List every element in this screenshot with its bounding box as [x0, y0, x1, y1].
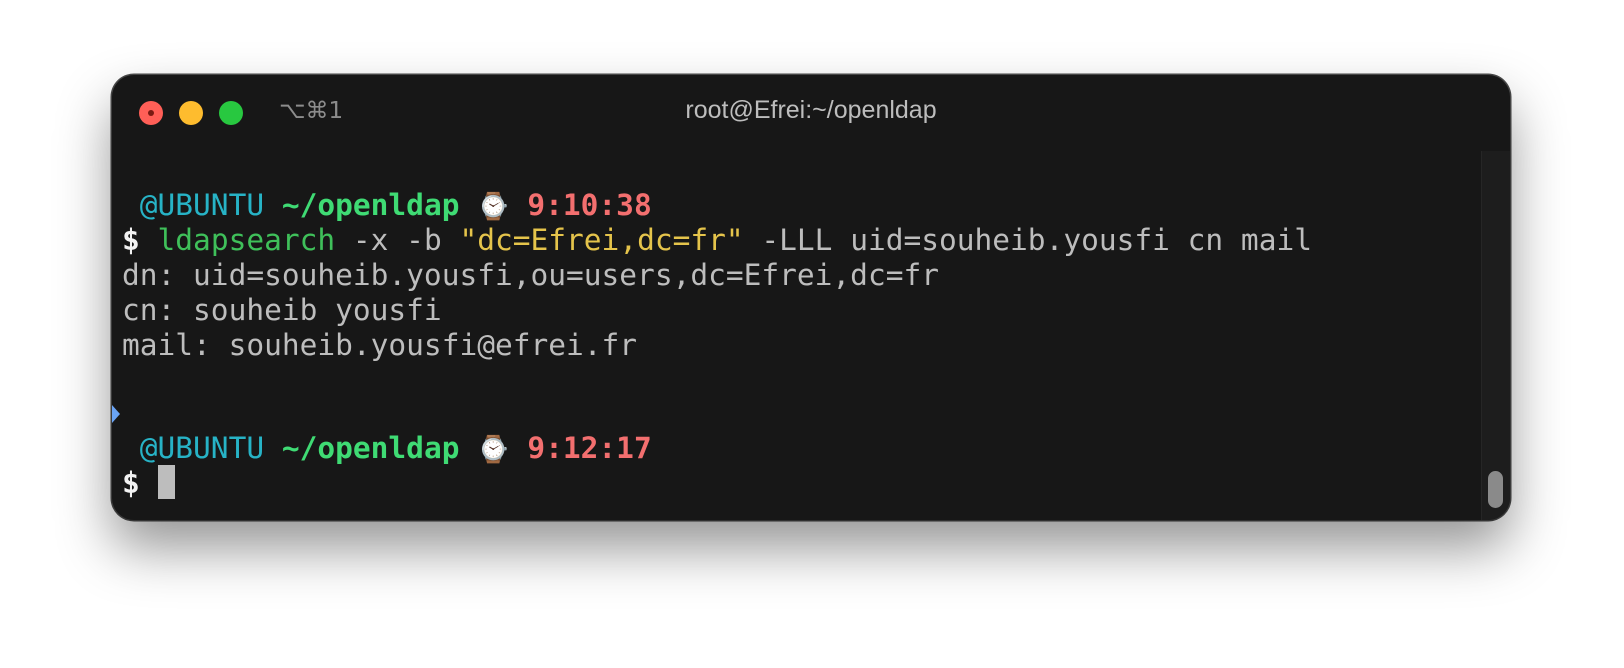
command-string-arg: "dc=Efrei,dc=fr" [459, 223, 744, 257]
watch-icon: ⌚ [477, 435, 510, 465]
output-line: cn: souheib yousfi [122, 293, 442, 327]
watch-icon: ⌚ [477, 192, 510, 222]
prompt-symbol: $ [122, 223, 140, 257]
terminal-content[interactable]: @UBUNTU ~/openldap ⌚ 9:10:38 $ ldapsearc… [112, 151, 1510, 520]
mark-indicator-icon [112, 405, 120, 423]
input-line[interactable]: $ [122, 465, 175, 501]
terminal-window: ⌥⌘1 root@Efrei:~/openldap @UBUNTU ~/open… [112, 75, 1510, 520]
prompt-time: 9:10:38 [527, 188, 652, 222]
scrollbar-thumb[interactable] [1488, 471, 1503, 508]
output-line: dn: uid=souheib.yousfi,ou=users,dc=Efrei… [122, 258, 939, 292]
command-line: $ ldapsearch -x -b "dc=Efrei,dc=fr" -LLL… [122, 222, 1312, 258]
title-bar[interactable]: ⌥⌘1 root@Efrei:~/openldap [112, 75, 1510, 151]
prompt-line-2: @UBUNTU ~/openldap ⌚ 9:12:17 [122, 430, 652, 466]
prompt-time: 9:12:17 [527, 431, 652, 465]
prompt-symbol: $ [122, 466, 140, 500]
output-line: mail: souheib.yousfi@efrei.fr [122, 328, 638, 362]
text-cursor [157, 465, 175, 499]
prompt-line-1: @UBUNTU ~/openldap ⌚ 9:10:38 [122, 187, 652, 223]
scrollbar[interactable] [1481, 151, 1510, 520]
prompt-path: ~/openldap [281, 188, 460, 222]
command-rest: -LLL uid=souheib.yousfi cn mail [743, 223, 1312, 257]
command-flags: -x -b [335, 223, 460, 257]
prompt-path: ~/openldap [281, 431, 460, 465]
window-title: root@Efrei:~/openldap [685, 96, 937, 124]
command-program: ldapsearch [157, 223, 336, 257]
prompt-host: @UBUNTU [139, 188, 265, 222]
prompt-host: @UBUNTU [139, 431, 265, 465]
